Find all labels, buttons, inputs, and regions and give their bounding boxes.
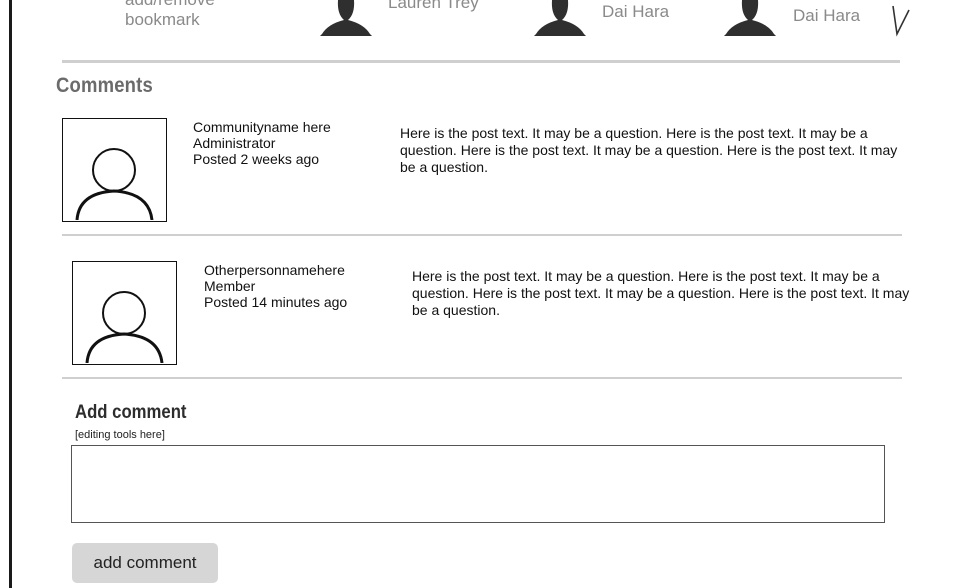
comment-timestamp: Posted 14 minutes ago — [204, 294, 348, 310]
page-left-border — [9, 0, 12, 588]
comment-author[interactable]: Communityname here — [193, 119, 331, 135]
person-silhouette-icon — [534, 0, 586, 36]
person-silhouette-icon — [724, 0, 776, 36]
bookmark-link-line1: add/remove — [125, 0, 275, 10]
add-comment-button[interactable]: add comment — [72, 543, 218, 583]
comment-divider — [62, 234, 902, 236]
comment-text: Here is the post text. It may be a quest… — [400, 125, 898, 175]
section-divider — [62, 60, 900, 63]
comment-divider — [62, 377, 902, 379]
editing-toolbar-placeholder: [editing tools here] — [75, 429, 165, 441]
comment-role: Member — [204, 278, 256, 294]
comment-author[interactable]: Otherpersonnamehere — [204, 262, 347, 278]
comments-heading: Comments — [56, 74, 153, 97]
follower-item[interactable]: Lauren Trey — [318, 0, 479, 40]
chevron-right-icon[interactable] — [890, 4, 912, 38]
person-silhouette-icon — [320, 0, 372, 36]
followers-strip: add/remove bookmark Lauren Trey Dai Hara… — [0, 0, 959, 60]
follower-name: Dai Hara — [602, 2, 670, 21]
bookmark-toggle-link[interactable]: add/remove bookmark — [125, 0, 275, 30]
bookmark-link-line2: bookmark — [125, 10, 200, 29]
follower-name: Dai Hara — [793, 6, 861, 25]
follower-item[interactable]: Dai Hara — [722, 0, 882, 40]
comment-meta: Otherpersonnamehere Member Posted 14 min… — [204, 262, 347, 310]
comment-role: Administrator — [193, 135, 276, 151]
comment-text: Here is the post text. It may be a quest… — [412, 268, 910, 318]
follower-item[interactable]: Dai Hara — [532, 0, 692, 40]
add-comment-heading: Add comment — [75, 402, 187, 423]
comment-meta: Communityname here Administrator Posted … — [193, 119, 331, 167]
comment-timestamp: Posted 2 weeks ago — [193, 151, 320, 167]
user-avatar-icon[interactable] — [72, 261, 177, 365]
comment-input[interactable] — [71, 445, 885, 523]
follower-name: Lauren Trey — [388, 0, 479, 12]
user-avatar-icon[interactable] — [62, 118, 167, 222]
